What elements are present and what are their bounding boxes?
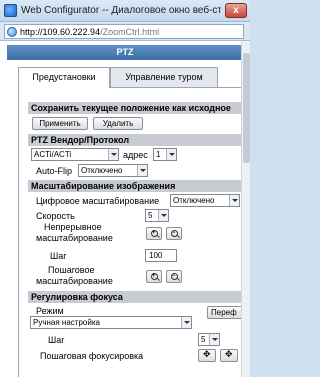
speed-label: Скорость: [36, 211, 75, 221]
protocol-select[interactable]: ACTi/ACTi: [31, 148, 119, 161]
zoom-in-icon: +: [152, 230, 156, 236]
chevron-down-icon: [158, 210, 168, 221]
zoom-step-label: Шаг: [50, 251, 67, 261]
apply-button[interactable]: Применить: [32, 117, 88, 130]
tab-tour-control[interactable]: Управление туром: [110, 67, 218, 87]
window-title: Web Configurator -- Диалоговое окно веб-…: [21, 5, 221, 16]
focus-mode-select[interactable]: Ручная настройка: [30, 316, 192, 329]
section-vendor-protocol: PTZ Вендор/Протокол: [28, 134, 250, 146]
close-button[interactable]: x: [225, 3, 247, 18]
url-text: http://109.60.222.94/ZoomCtrl.html: [20, 27, 159, 37]
url-path: /ZoomCtrl.html: [100, 27, 160, 37]
focus-near-button[interactable]: [198, 349, 216, 362]
address-label: адрес: [123, 150, 148, 160]
chevron-down-icon: [229, 195, 239, 206]
focus-mode-label: Режим: [36, 306, 64, 316]
focus-step-select-value: 5: [201, 335, 206, 344]
digital-zoom-label: Цифровое масштабирование: [36, 196, 160, 206]
section-save-position: Сохранить текущее положение как исходное: [28, 102, 250, 114]
continuous-zoom-label-2: масштабирование: [36, 233, 113, 243]
address-bar: http://109.60.222.94/ZoomCtrl.html: [0, 22, 250, 41]
address-select[interactable]: 1: [153, 148, 177, 161]
focus-far-button[interactable]: [220, 349, 238, 362]
globe-icon: [7, 27, 17, 37]
zoom-in-button[interactable]: +: [146, 227, 162, 240]
focus-mode-select-value: Ручная настройка: [33, 318, 100, 327]
zoom-out-icon: −: [172, 273, 176, 279]
zoom-in-icon: +: [152, 273, 156, 279]
app-icon: [4, 4, 17, 17]
url-field[interactable]: http://109.60.222.94/ZoomCtrl.html: [4, 24, 244, 39]
focus-step-select[interactable]: 5: [198, 333, 220, 346]
chevron-down-icon: [181, 317, 191, 328]
scrollbar-thumb[interactable]: [243, 53, 250, 163]
vertical-scrollbar[interactable]: [241, 41, 250, 377]
speed-select-value: 5: [148, 211, 153, 220]
autoflip-select[interactable]: Отключено: [78, 164, 148, 177]
url-host: http://109.60.222.94: [20, 27, 101, 37]
page-content: PTZ Предустановки Управление туром Сохра…: [0, 41, 250, 377]
page-title: PTZ: [7, 45, 243, 60]
step-zoom-in-button[interactable]: +: [146, 270, 162, 283]
section-focus: Регулировка фокуса: [28, 291, 250, 303]
focus-step-label: Шаг: [48, 335, 65, 345]
stepwise-focus-label: Пошаговая фокусировка: [40, 351, 144, 361]
digital-zoom-select-value: Отключено: [173, 196, 215, 205]
section-zoom: Масштабирование изображения: [28, 180, 250, 192]
autoflip-label: Auto-Flip: [36, 166, 73, 176]
speed-select[interactable]: 5: [145, 209, 169, 222]
chevron-down-icon: [137, 165, 147, 176]
chevron-down-icon: [108, 149, 118, 160]
chevron-down-icon: [209, 334, 219, 345]
step-zoom-out-button[interactable]: −: [166, 270, 182, 283]
digital-zoom-select[interactable]: Отключено: [170, 194, 240, 207]
stepwise-zoom-label-2: масштабирование: [36, 276, 113, 286]
autoflip-select-value: Отключено: [81, 166, 123, 175]
address-select-value: 1: [156, 150, 161, 159]
tab-presets[interactable]: Предустановки: [18, 67, 110, 88]
chevron-down-icon: [166, 149, 176, 160]
zoom-out-icon: −: [172, 230, 176, 236]
protocol-select-value: ACTi/ACTi: [34, 150, 72, 159]
zoom-out-button[interactable]: −: [166, 227, 182, 240]
stepwise-zoom-label: Пошаговое: [48, 265, 95, 275]
title-bar: Web Configurator -- Диалоговое окно веб-…: [0, 0, 250, 22]
delete-button[interactable]: Удалить: [93, 117, 143, 130]
tab-bar: Предустановки Управление туром: [18, 67, 242, 88]
continuous-zoom-label: Непрерывное: [44, 222, 102, 232]
zoom-step-input[interactable]: 100: [145, 249, 177, 262]
